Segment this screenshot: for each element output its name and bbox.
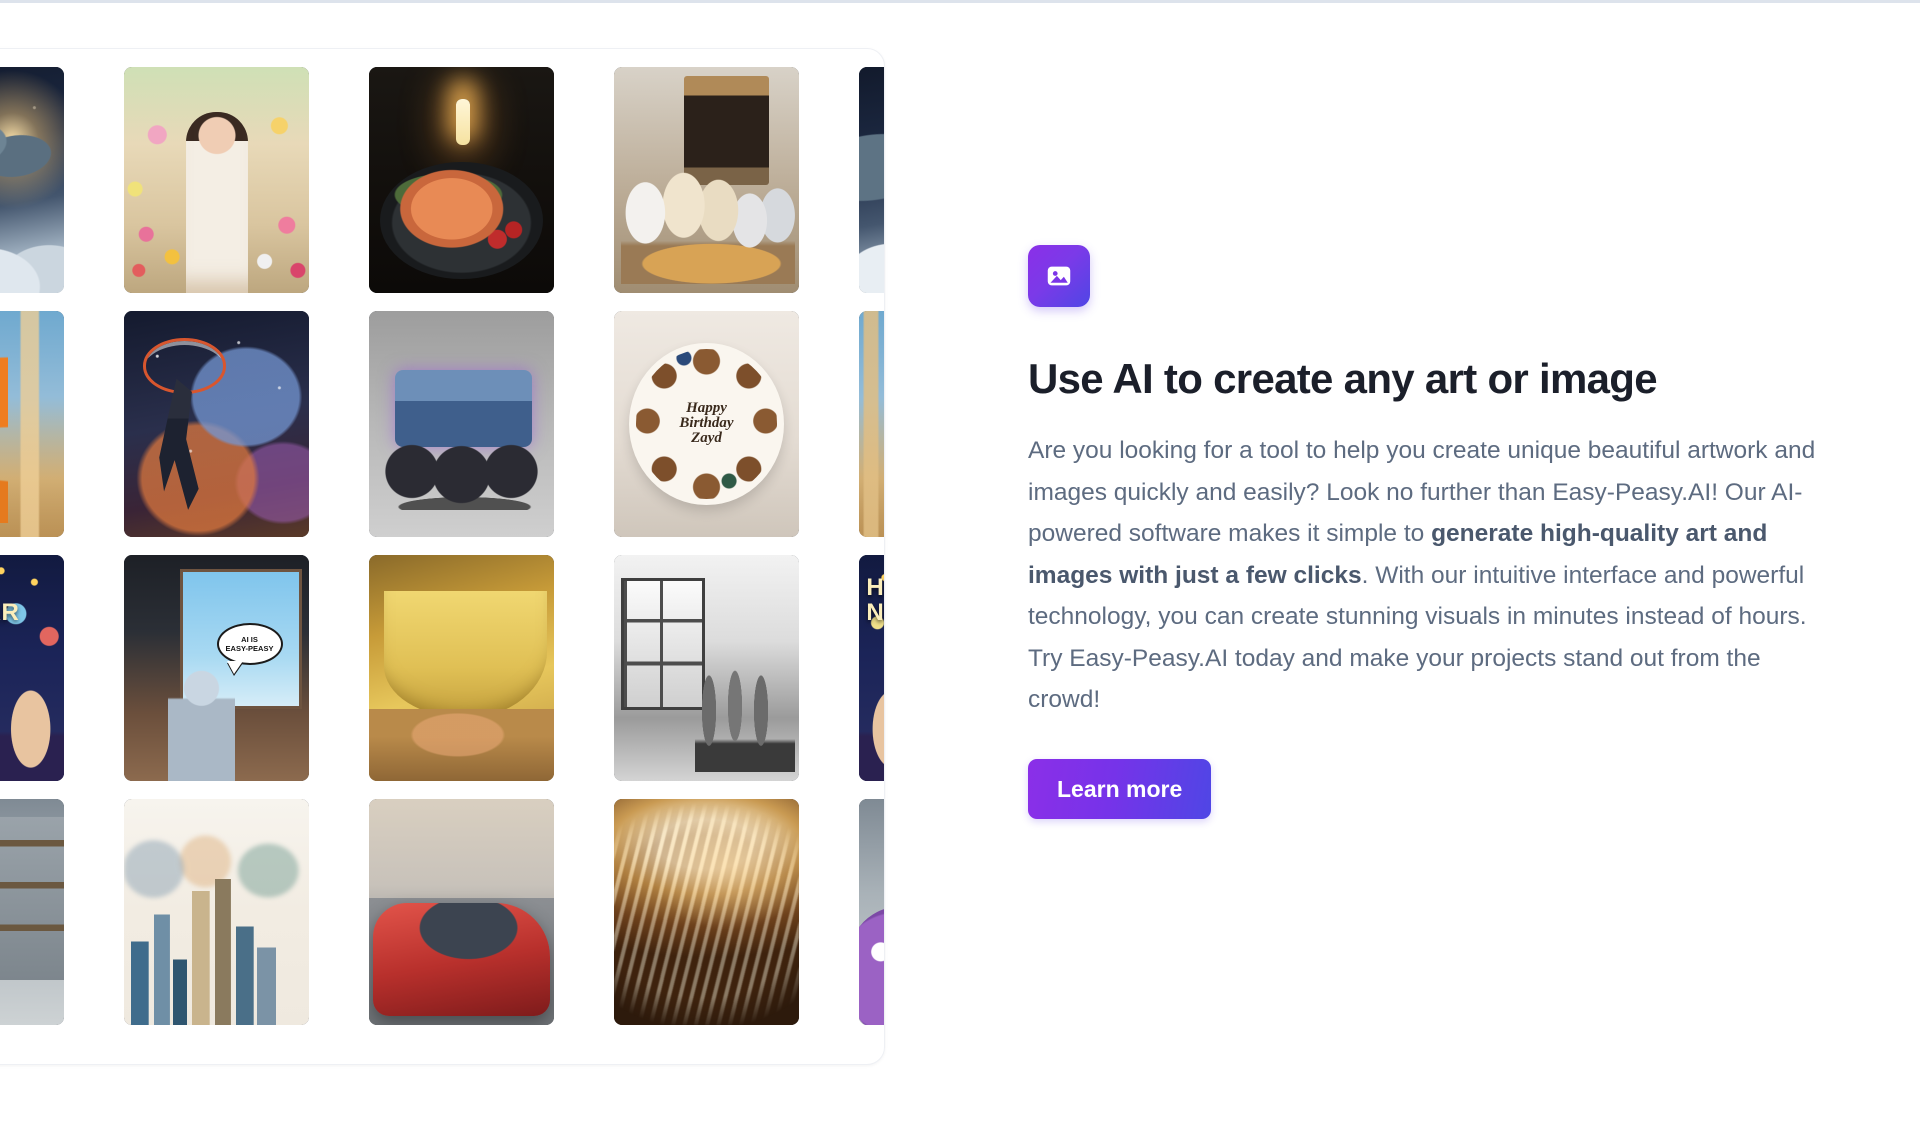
- gallery-tile-giraffe-city-painting[interactable]: [0, 311, 64, 537]
- gallery-tile-art: [369, 799, 554, 1025]
- gallery-tile-happy-new-year-party-repeat[interactable]: HAPPY NEW YEAR: [859, 555, 885, 781]
- feature-copy-column: Use AI to create any art or image Are yo…: [1028, 245, 1828, 819]
- gallery-tile-watercolor-city-skyline[interactable]: [124, 799, 309, 1025]
- gallery-tile-art: [859, 799, 884, 1025]
- gallery-tile-dragon-in-clouds-repeat[interactable]: [859, 67, 884, 293]
- gallery-tile-salmon-dish[interactable]: [369, 67, 554, 293]
- ai-art-feature-section: Happy Birthday Zayd HAPPY NEW YEAR AI IS E…: [0, 5, 1920, 1144]
- gallery-tile-art: [859, 311, 884, 537]
- gallery-tile-art: [859, 67, 884, 293]
- gallery-tile-art: [614, 555, 799, 781]
- gallery-tile-dragon-in-clouds[interactable]: [0, 67, 64, 293]
- gallery-tile-purple-monkey-cafe[interactable]: [0, 799, 64, 1025]
- cake-message-text: Happy Birthday Zayd: [679, 400, 734, 447]
- gallery-tile-art: [614, 67, 799, 293]
- learn-more-button[interactable]: Learn more: [1028, 758, 1212, 819]
- gallery-tile-art: [124, 311, 309, 537]
- page-title: Use AI to create any art or image: [1028, 355, 1658, 402]
- gallery-tile-happy-new-year-party[interactable]: HAPPY NEW YEAR: [0, 555, 64, 781]
- gallery-tile-monster-truck[interactable]: [369, 311, 554, 537]
- feature-description: Are you looking for a tool to help you c…: [1028, 430, 1818, 721]
- image-gallery-grid: Happy Birthday Zayd HAPPY NEW YEAR AI IS E…: [0, 67, 885, 1025]
- gallery-tile-woman-in-flower-garden[interactable]: [124, 67, 309, 293]
- gallery-tile-birthday-cake[interactable]: Happy Birthday Zayd: [614, 311, 799, 537]
- gallery-tile-red-sports-car[interactable]: [369, 799, 554, 1025]
- new-year-greeting-text: HAPPY NEW YEAR: [0, 599, 20, 627]
- speech-bubble: AI IS EASY-PEASY: [216, 622, 283, 665]
- gallery-tile-purple-monkey-cafe-repeat[interactable]: [859, 799, 884, 1025]
- gallery-tile-art: [369, 67, 554, 293]
- new-year-greeting-text: HAPPY NEW YEAR: [866, 574, 885, 627]
- gallery-tile-robot-comic-cafe[interactable]: AI IS EASY-PEASY: [124, 555, 309, 781]
- gallery-tile-art: [369, 311, 554, 537]
- image-gallery-card: Happy Birthday Zayd HAPPY NEW YEAR AI IS E…: [0, 48, 885, 1065]
- gallery-tile-golden-bread-texture[interactable]: [614, 799, 799, 1025]
- gallery-tile-basketball-cosmos[interactable]: [124, 311, 309, 537]
- gallery-tile-art: [0, 799, 64, 1025]
- gallery-tile-giraffe-city-painting-repeat[interactable]: [859, 311, 884, 537]
- gallery-tile-puppies-with-guitar[interactable]: [614, 67, 799, 293]
- gallery-tile-art: [0, 67, 64, 293]
- image-icon: [1028, 245, 1090, 307]
- gallery-tile-black-white-interior[interactable]: [614, 555, 799, 781]
- gallery-tile-art: [0, 311, 64, 537]
- gallery-tile-art: [369, 555, 554, 781]
- gallery-tile-art: [124, 799, 309, 1025]
- gallery-tile-art: [614, 799, 799, 1025]
- gallery-tile-banana-bedroom[interactable]: [369, 555, 554, 781]
- gallery-tile-art: [124, 67, 309, 293]
- gallery-tile-art: [124, 555, 309, 781]
